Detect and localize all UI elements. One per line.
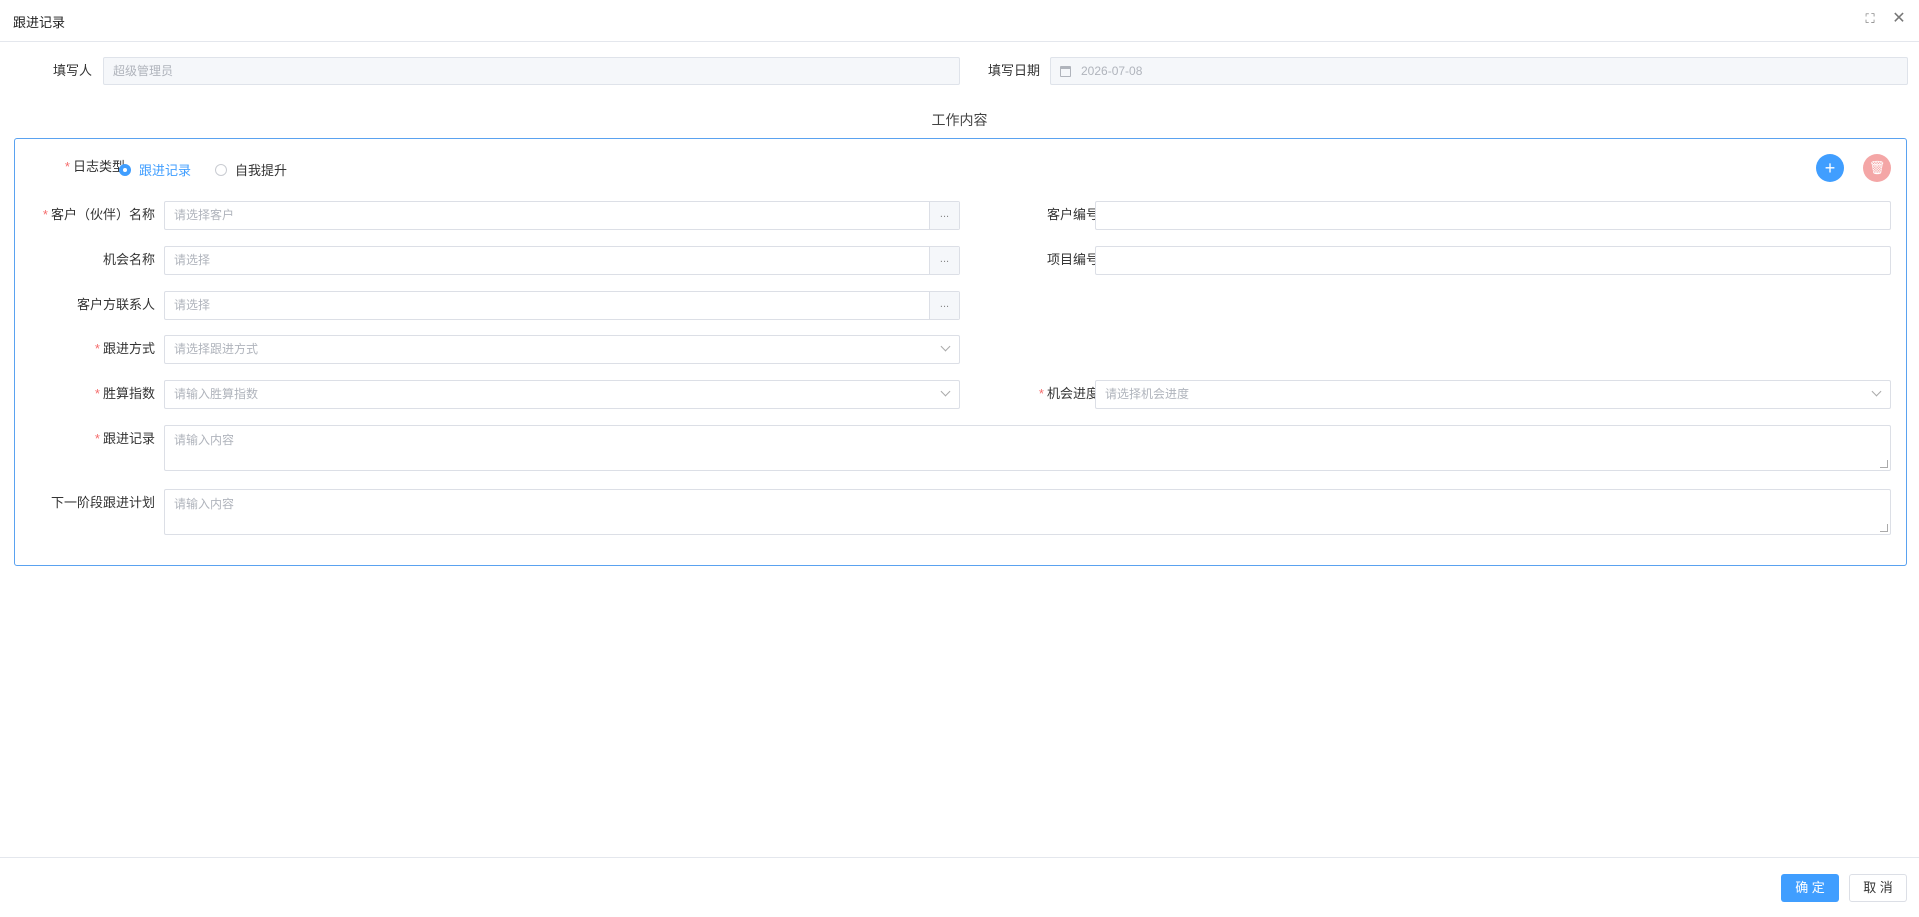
contact-picker-button[interactable]: ... <box>929 292 959 319</box>
record-label: * 跟进记录 <box>15 425 155 453</box>
progress-select[interactable]: 请选择机会进度 <box>1095 380 1891 409</box>
record-placeholder: 请输入内容 <box>174 433 235 447</box>
log-type-label-text: 日志类型 <box>72 159 125 174</box>
chevron-down-icon <box>940 386 951 397</box>
opportunity-placeholder: 请选择 <box>174 253 211 267</box>
work-content-panel: * 日志类型 跟进记录 自我提升 + 🗑 * 客户（伙伴）名称 请选择客户 ... … <box>14 138 1907 566</box>
contact-input[interactable]: 请选择 ... <box>164 291 960 320</box>
radio-label: 跟进记录 <box>139 163 192 178</box>
required-mark: * <box>64 159 70 174</box>
date-label: 填写日期 <box>987 63 1040 78</box>
fullscreen-icon[interactable]: ⛶ <box>1863 12 1877 26</box>
confirm-button[interactable]: 确 定 <box>1781 874 1839 902</box>
resize-handle-icon[interactable] <box>1880 524 1888 532</box>
customer-no-label: 客户编号 <box>1046 207 1099 222</box>
radio-label: 自我提升 <box>235 163 288 178</box>
cancel-button[interactable]: 取 消 <box>1849 874 1907 902</box>
followup-method-placeholder: 请选择跟进方式 <box>174 342 259 356</box>
required-mark: * <box>94 386 100 401</box>
project-no-input[interactable] <box>1095 246 1891 275</box>
project-no-label: 项目编号 <box>1046 252 1099 267</box>
delete-button[interactable]: 🗑 <box>1863 154 1891 182</box>
meta-row: 填写人 超级管理员 填写日期 2026-07-08 <box>0 57 1919 85</box>
radio-followup-record[interactable]: 跟进记录 <box>119 160 191 179</box>
win-rate-select[interactable]: 请输入胜算指数 <box>164 380 960 409</box>
next-plan-label: 下一阶段跟进计划 <box>50 495 155 510</box>
add-button[interactable]: + <box>1816 154 1844 182</box>
date-field: 2026-07-08 <box>1050 57 1908 85</box>
radio-self-improvement[interactable]: 自我提升 <box>215 160 287 179</box>
customer-placeholder: 请选择客户 <box>174 208 235 222</box>
dialog-title: 跟进记录 <box>13 15 66 30</box>
required-mark: * <box>42 207 48 222</box>
plus-icon: + <box>1824 158 1836 178</box>
dialog-header: 跟进记录 ⛶ ✕ <box>0 0 1919 42</box>
contact-label: 客户方联系人 <box>76 297 155 312</box>
close-icon[interactable]: ✕ <box>1892 11 1906 27</box>
customer-label-text: 客户（伙伴）名称 <box>50 207 155 222</box>
progress-placeholder: 请选择机会进度 <box>1105 387 1190 401</box>
date-value: 2026-07-08 <box>1081 64 1143 78</box>
record-label-text: 跟进记录 <box>102 431 155 446</box>
chevron-down-icon <box>1871 386 1882 397</box>
next-plan-textarea[interactable]: 请输入内容 <box>164 489 1891 535</box>
resize-handle-icon[interactable] <box>1880 460 1888 468</box>
opportunity-input[interactable]: 请选择 ... <box>164 246 960 275</box>
record-textarea[interactable]: 请输入内容 <box>164 425 1891 471</box>
chevron-down-icon <box>940 341 951 352</box>
calendar-icon <box>1060 66 1071 77</box>
section-title: 工作内容 <box>931 112 988 128</box>
dialog-footer: 确 定 取 消 <box>0 857 1919 917</box>
followup-method-label-text: 跟进方式 <box>102 341 155 356</box>
writer-label: 填写人 <box>52 63 92 78</box>
contact-placeholder: 请选择 <box>174 298 211 312</box>
radio-dot <box>119 163 131 176</box>
progress-label: * 机会进度 <box>959 380 1099 408</box>
radio-dot <box>215 163 227 176</box>
followup-method-select[interactable]: 请选择跟进方式 <box>164 335 960 364</box>
required-mark: * <box>1038 386 1044 401</box>
progress-label-text: 机会进度 <box>1046 386 1099 401</box>
win-rate-label-text: 胜算指数 <box>102 386 155 401</box>
opportunity-picker-button[interactable]: ... <box>929 247 959 274</box>
trash-icon: 🗑 <box>1868 160 1886 175</box>
log-type-label: * 日志类型 <box>35 153 125 181</box>
next-plan-placeholder: 请输入内容 <box>174 497 235 511</box>
writer-field: 超级管理员 <box>103 57 960 85</box>
opportunity-label: 机会名称 <box>102 252 155 267</box>
win-rate-label: * 胜算指数 <box>15 380 155 408</box>
customer-label: * 客户（伙伴）名称 <box>15 201 155 229</box>
required-mark: * <box>94 341 100 356</box>
required-mark: * <box>94 431 100 446</box>
customer-input[interactable]: 请选择客户 ... <box>164 201 960 230</box>
customer-picker-button[interactable]: ... <box>929 202 959 229</box>
win-rate-placeholder: 请输入胜算指数 <box>174 387 259 401</box>
customer-no-input[interactable] <box>1095 201 1891 230</box>
followup-method-label: * 跟进方式 <box>15 335 155 363</box>
